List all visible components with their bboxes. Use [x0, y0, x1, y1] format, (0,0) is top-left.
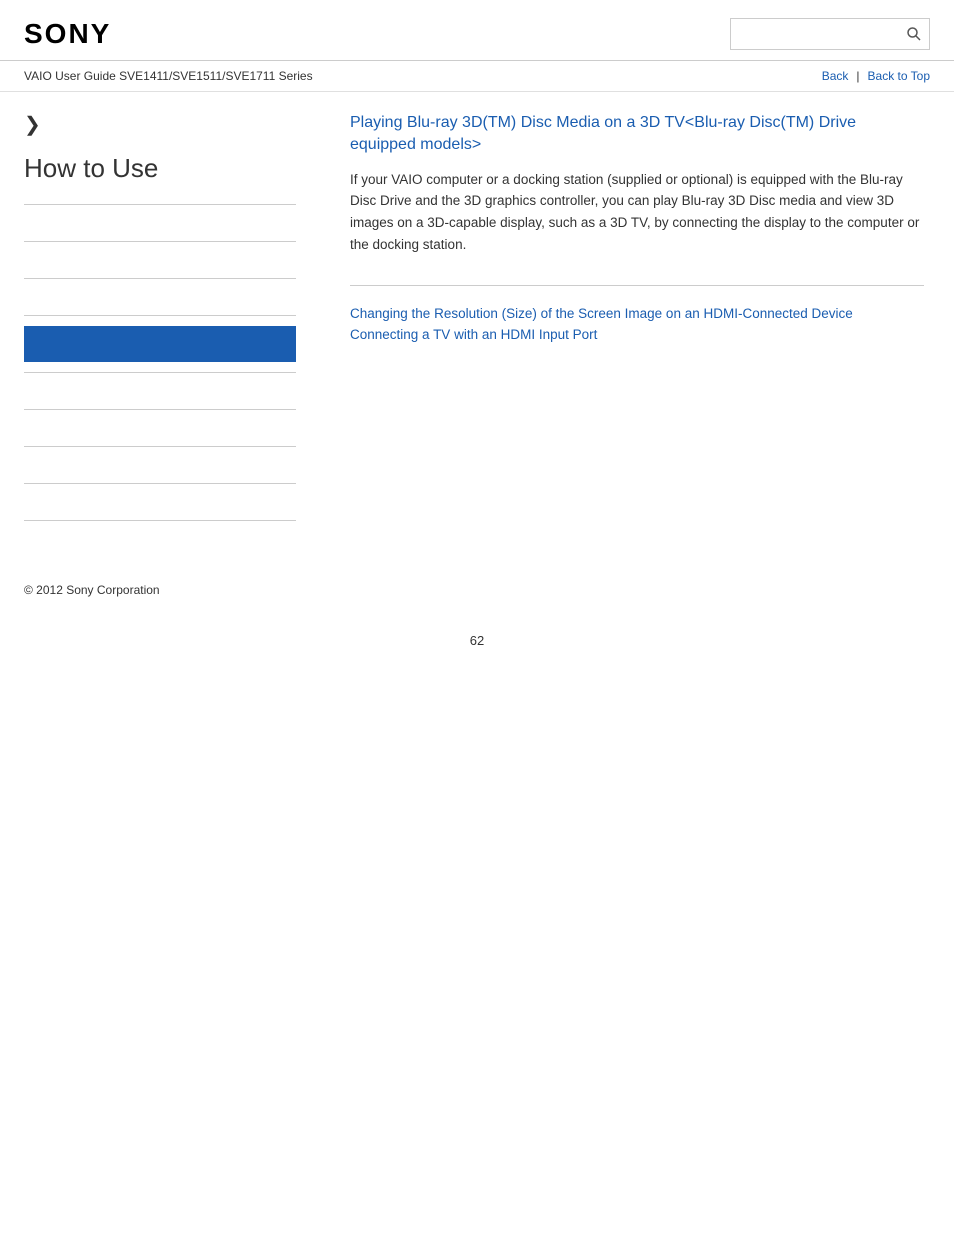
nav-links: Back | Back to Top: [822, 69, 930, 83]
main-content: ❯ How to Use Playing Blu-ray 3D(TM) Disc…: [0, 92, 954, 551]
sidebar-title: How to Use: [24, 153, 296, 184]
back-to-top-link[interactable]: Back to Top: [868, 69, 930, 83]
breadcrumb-bar: VAIO User Guide SVE1411/SVE1511/SVE1711 …: [0, 61, 954, 92]
search-icon: [905, 25, 923, 43]
sidebar-item-5[interactable]: [24, 420, 296, 436]
sidebar-divider-8: [24, 483, 296, 484]
sidebar-divider-6: [24, 409, 296, 410]
related-link-2[interactable]: Connecting a TV with an HDMI Input Port: [350, 327, 924, 342]
page-header: SONY: [0, 0, 954, 61]
content-main-link[interactable]: Playing Blu-ray 3D(TM) Disc Media on a 3…: [350, 112, 924, 157]
sony-logo: SONY: [24, 18, 111, 50]
footer: © 2012 Sony Corporation: [0, 551, 954, 613]
guide-title: VAIO User Guide SVE1411/SVE1511/SVE1711 …: [24, 69, 313, 83]
sidebar-divider-4: [24, 315, 296, 316]
sidebar-item-selected[interactable]: [24, 326, 296, 362]
copyright: © 2012 Sony Corporation: [24, 583, 160, 597]
sidebar-item-7[interactable]: [24, 494, 296, 510]
sidebar-item-3[interactable]: [24, 289, 296, 305]
sidebar-item-1[interactable]: [24, 215, 296, 231]
content-divider: [350, 285, 924, 286]
sidebar-divider-3: [24, 278, 296, 279]
expand-arrow[interactable]: ❯: [24, 112, 296, 137]
sidebar-divider-7: [24, 446, 296, 447]
sidebar-divider-2: [24, 241, 296, 242]
back-link[interactable]: Back: [822, 69, 849, 83]
search-box[interactable]: [730, 18, 930, 50]
nav-separator: |: [856, 69, 859, 83]
sidebar-divider-9: [24, 520, 296, 521]
sidebar-divider-5: [24, 372, 296, 373]
related-link-1[interactable]: Changing the Resolution (Size) of the Sc…: [350, 306, 924, 321]
sidebar-divider-1: [24, 204, 296, 205]
sidebar-item-2[interactable]: [24, 252, 296, 268]
sidebar: ❯ How to Use: [0, 92, 320, 551]
content-area: Playing Blu-ray 3D(TM) Disc Media on a 3…: [320, 92, 954, 551]
sidebar-item-6[interactable]: [24, 457, 296, 473]
sidebar-item-4[interactable]: [24, 383, 296, 399]
content-body: If your VAIO computer or a docking stati…: [350, 169, 924, 255]
page-number: 62: [0, 613, 954, 658]
